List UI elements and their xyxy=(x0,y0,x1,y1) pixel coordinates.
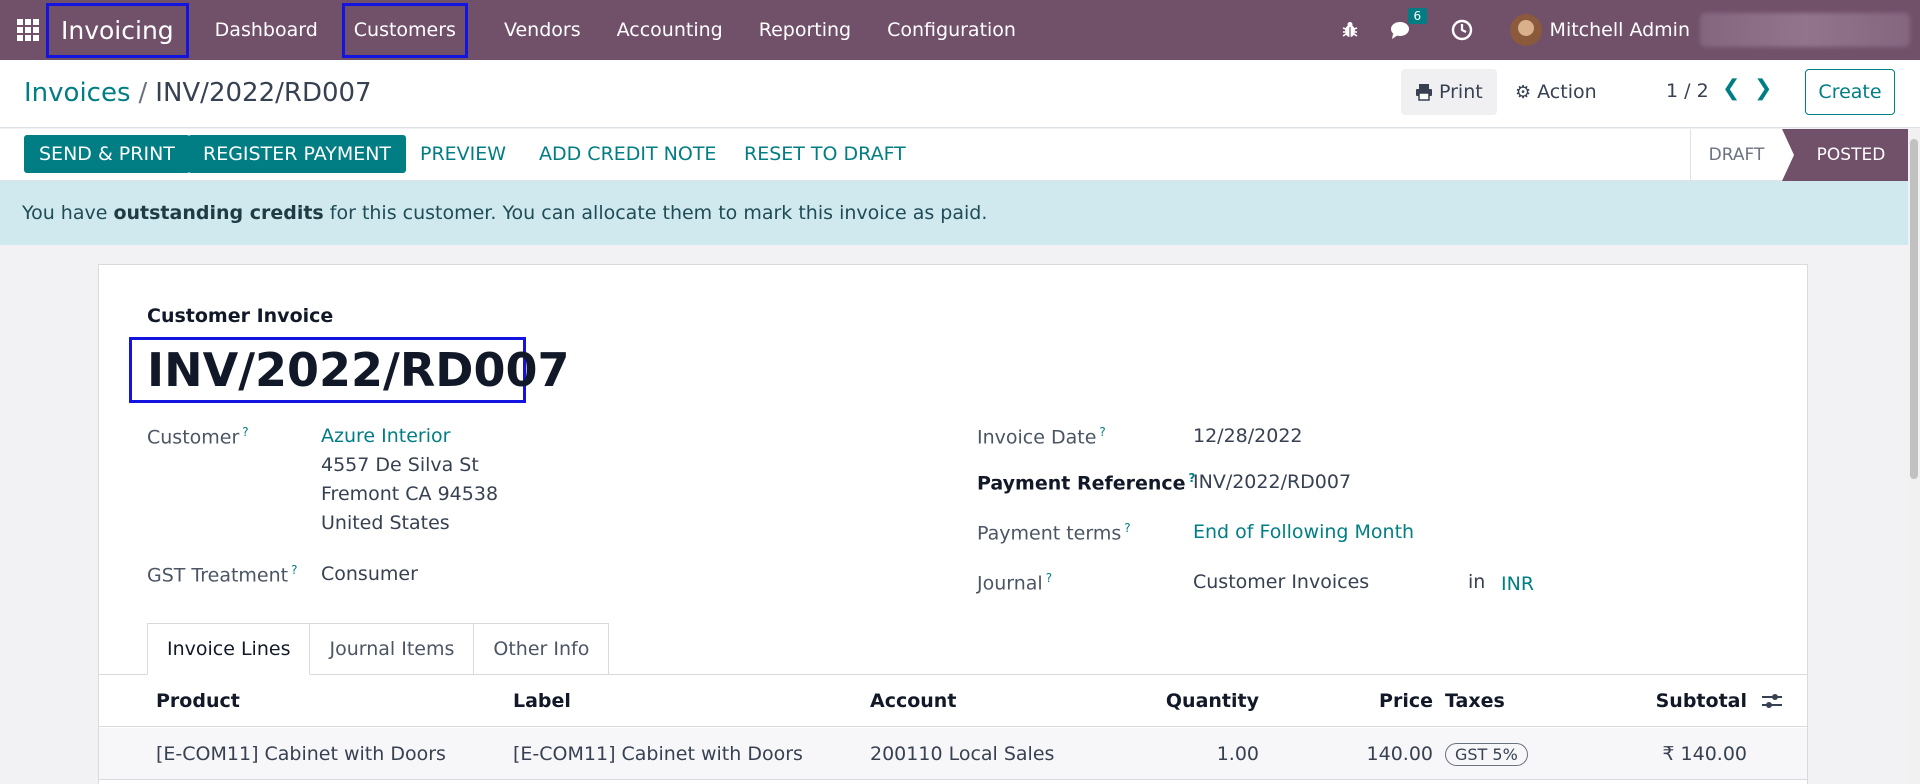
gst-treatment-value[interactable]: Consumer xyxy=(321,560,418,589)
messages-count-badge: 6 xyxy=(1407,8,1428,24)
pager-next-icon[interactable]: ❯ xyxy=(1754,76,1772,101)
payment-reference-value[interactable]: INV/2022/RD007 xyxy=(1193,468,1351,497)
customer-address-line-2: Fremont CA 94538 xyxy=(321,483,499,505)
column-account[interactable]: Account xyxy=(870,675,956,727)
column-label[interactable]: Label xyxy=(513,675,571,727)
customer-name-link[interactable]: Azure Interior xyxy=(321,422,450,451)
gear-icon: ⚙ xyxy=(1515,81,1532,103)
scrollbar-thumb[interactable] xyxy=(1910,139,1918,479)
cell-account[interactable]: 200110 Local Sales xyxy=(870,728,1054,780)
tab-other-info[interactable]: Other Info xyxy=(474,623,610,675)
cell-product[interactable]: [E-COM11] Cabinet with Doors xyxy=(156,728,446,780)
payment-terms-link[interactable]: End of Following Month xyxy=(1193,518,1414,547)
debug-bug-icon[interactable] xyxy=(1338,18,1362,42)
cell-subtotal: ₹ 140.00 xyxy=(1662,743,1747,765)
messages-icon[interactable]: 6 xyxy=(1390,8,1428,42)
gst-treatment-label: GST Treatment? xyxy=(147,563,298,587)
notebook-tabs: Invoice Lines Journal Items Other Info xyxy=(147,623,610,675)
user-name[interactable]: Mitchell Admin xyxy=(1550,19,1690,41)
printer-icon xyxy=(1415,83,1433,101)
outstanding-credits-link[interactable]: outstanding credits xyxy=(113,202,323,224)
payment-reference-label: Payment Reference? xyxy=(977,471,1196,495)
navbar-systray: 6 Mitchell Admin xyxy=(1324,0,1920,60)
nav-accounting[interactable]: Accounting xyxy=(599,0,741,60)
document-type-label: Customer Invoice xyxy=(147,305,334,327)
invoice-form-sheet: Customer Invoice INV/2022/RD007 Customer… xyxy=(98,264,1808,784)
breadcrumb-separator: / xyxy=(138,78,148,108)
activity-clock-icon[interactable] xyxy=(1450,18,1474,42)
currency-link[interactable]: INR xyxy=(1501,570,1534,599)
page-scrollbar[interactable] xyxy=(1908,129,1920,784)
help-icon[interactable]: ? xyxy=(1046,571,1052,585)
invoice-date-label: Invoice Date? xyxy=(977,425,1106,449)
action-button[interactable]: ⚙ Action xyxy=(1501,69,1611,115)
alert-text-prefix: You have xyxy=(22,202,114,224)
customer-label: Customer? xyxy=(147,425,249,449)
form-statusbar: SEND & PRINT REGISTER PAYMENT PREVIEW AD… xyxy=(0,129,1908,181)
help-icon[interactable]: ? xyxy=(1124,521,1130,535)
nav-reporting[interactable]: Reporting xyxy=(741,0,869,60)
create-button[interactable]: Create xyxy=(1805,69,1895,115)
nav-dashboard[interactable]: Dashboard xyxy=(197,0,336,60)
breadcrumb-current: INV/2022/RD007 xyxy=(155,78,372,108)
register-payment-button[interactable]: REGISTER PAYMENT xyxy=(188,135,407,173)
table-row[interactable]: [E-COM11] Cabinet with Doors [E-COM11] C… xyxy=(99,728,1807,780)
invoice-number-title: INV/2022/RD007 xyxy=(129,337,569,403)
top-navbar: Invoicing Dashboard Customers Vendors Ac… xyxy=(0,0,1920,60)
send-print-button[interactable]: SEND & PRINT xyxy=(24,135,190,173)
customer-address-line-1: 4557 De Silva St xyxy=(321,454,479,476)
help-icon[interactable]: ? xyxy=(242,425,248,439)
cell-quantity[interactable]: 1.00 xyxy=(1099,728,1259,780)
breadcrumb-invoices-link[interactable]: Invoices xyxy=(24,78,131,108)
journal-value[interactable]: Customer Invoices xyxy=(1193,568,1369,597)
optional-columns-toggle-icon[interactable] xyxy=(1761,675,1783,727)
cell-taxes[interactable]: GST 5% xyxy=(1445,728,1528,780)
tax-tag: GST 5% xyxy=(1445,742,1528,766)
print-label: Print xyxy=(1439,81,1483,103)
column-price[interactable]: Price xyxy=(1299,675,1433,727)
column-product[interactable]: Product xyxy=(156,675,240,727)
blurred-company-name xyxy=(1700,13,1910,47)
reset-to-draft-button[interactable]: RESET TO DRAFT xyxy=(729,135,921,173)
alert-text-suffix: for this customer. You can allocate them… xyxy=(323,202,988,224)
app-name-link[interactable]: Invoicing xyxy=(46,2,189,58)
add-credit-note-button[interactable]: ADD CREDIT NOTE xyxy=(524,135,731,173)
nav-configuration[interactable]: Configuration xyxy=(869,0,1034,60)
nav-customers[interactable]: Customers xyxy=(341,2,468,58)
print-button[interactable]: Print xyxy=(1401,69,1497,115)
control-panel: Invoices / INV/2022/RD007 Print ⚙ Action 1… xyxy=(0,60,1920,128)
breadcrumb: Invoices / INV/2022/RD007 xyxy=(24,78,372,108)
journal-label: Journal? xyxy=(977,571,1053,595)
help-icon[interactable]: ? xyxy=(291,563,297,577)
pager-previous-icon[interactable]: ❮ xyxy=(1722,76,1740,101)
user-avatar[interactable] xyxy=(1509,14,1542,46)
journal-in-label: in xyxy=(1468,571,1486,593)
preview-button[interactable]: PREVIEW xyxy=(405,135,521,173)
nav-vendors[interactable]: Vendors xyxy=(486,0,599,60)
action-label: Action xyxy=(1537,81,1597,103)
invoice-lines-header: Product Label Account Quantity Price Tax… xyxy=(99,675,1807,727)
help-icon[interactable]: ? xyxy=(1099,425,1105,439)
pager-value[interactable]: 1 / 2 xyxy=(1666,80,1709,102)
column-taxes[interactable]: Taxes xyxy=(1445,675,1505,727)
customer-address-line-3: United States xyxy=(321,512,450,534)
tab-journal-items[interactable]: Journal Items xyxy=(310,623,475,675)
invoice-date-value[interactable]: 12/28/2022 xyxy=(1193,422,1303,451)
tab-invoice-lines[interactable]: Invoice Lines xyxy=(147,623,311,675)
stage-draft: DRAFT xyxy=(1690,129,1782,181)
column-subtotal[interactable]: Subtotal xyxy=(1599,675,1747,727)
column-quantity[interactable]: Quantity xyxy=(1099,675,1259,727)
cell-label[interactable]: [E-COM11] Cabinet with Doors xyxy=(513,728,803,780)
stage-posted-active: POSTED xyxy=(1782,129,1908,181)
cell-price[interactable]: 140.00 xyxy=(1299,728,1433,780)
outstanding-credits-alert: You have outstanding credits for this cu… xyxy=(0,181,1908,245)
payment-terms-label: Payment terms? xyxy=(977,521,1131,545)
